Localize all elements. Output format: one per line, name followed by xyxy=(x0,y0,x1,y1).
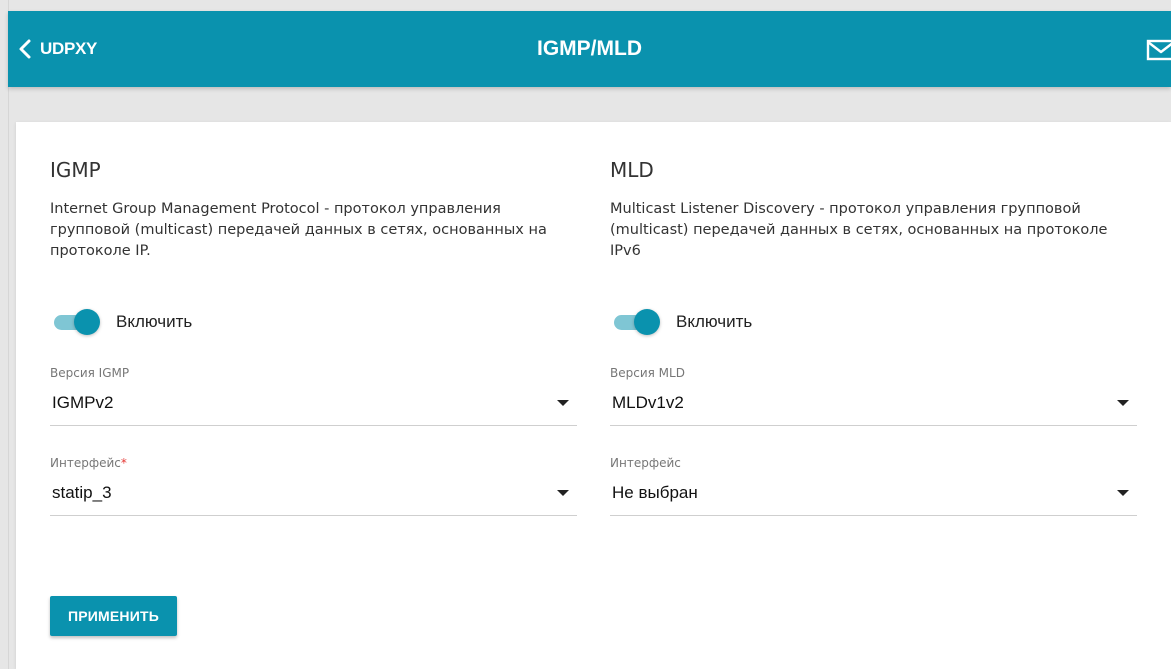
switch-thumb xyxy=(634,309,660,335)
igmp-version-select[interactable]: Версия IGMP IGMPv2 xyxy=(50,366,577,426)
page-divider xyxy=(8,0,9,669)
chevron-down-icon xyxy=(1117,490,1129,496)
igmp-description: Internet Group Management Protocol - про… xyxy=(50,199,590,262)
settings-card: IGMP Internet Group Management Protocol … xyxy=(16,122,1171,669)
back-label: UDPXY xyxy=(40,39,98,58)
mld-title: MLD xyxy=(610,158,654,182)
mld-interface-label: Интерфейс xyxy=(610,456,681,470)
igmp-interface-label-text: Интерфейс xyxy=(50,456,121,470)
chevron-down-icon xyxy=(557,490,569,496)
mld-interface-value: Не выбран xyxy=(612,483,698,502)
required-mark: * xyxy=(120,456,127,470)
igmp-interface-label: Интерфейс* xyxy=(50,456,127,470)
igmp-enable-label: Включить xyxy=(116,312,193,331)
switch-thumb xyxy=(74,309,100,335)
back-link[interactable]: UDPXY xyxy=(16,11,97,87)
mld-enable-label: Включить xyxy=(676,312,753,331)
igmp-description-line: Internet Group Management Protocol - про… xyxy=(50,201,501,217)
igmp-enable-switch[interactable] xyxy=(54,309,100,335)
mld-interface-select[interactable]: Интерфейс Не выбран xyxy=(610,456,1137,516)
page-title: IGMP/MLD xyxy=(537,37,642,60)
igmp-description-line: протоколе IP. xyxy=(50,243,151,259)
igmp-version-value: IGMPv2 xyxy=(52,393,114,412)
mld-version-select[interactable]: Версия MLD MLDv1v2 xyxy=(610,366,1137,426)
mld-description-line: IPv6 xyxy=(610,243,641,259)
mld-version-value: MLDv1v2 xyxy=(612,393,684,412)
apply-button[interactable]: ПРИМЕНИТЬ xyxy=(50,596,177,636)
igmp-description-line: групповой (multicast) передачей данных в… xyxy=(50,222,547,238)
chevron-down-icon xyxy=(557,400,569,406)
mld-description: Multicast Listener Discovery - протокол … xyxy=(610,199,1150,262)
chevron-left-icon xyxy=(19,39,31,59)
top-bar: UDPXY IGMP/MLD xyxy=(8,11,1171,87)
envelope-icon[interactable] xyxy=(1146,33,1171,65)
mld-version-label: Версия MLD xyxy=(610,366,685,380)
mld-enable-toggle[interactable]: Включить xyxy=(614,309,752,335)
mld-description-line: (multicast) передачей данных в сетях, ос… xyxy=(610,222,1108,238)
igmp-interface-select[interactable]: Интерфейс* statip_3 xyxy=(50,456,577,516)
igmp-title: IGMP xyxy=(50,158,101,182)
igmp-version-label: Версия IGMP xyxy=(50,366,130,380)
igmp-enable-toggle[interactable]: Включить xyxy=(54,309,192,335)
chevron-down-icon xyxy=(1117,400,1129,406)
igmp-interface-value: statip_3 xyxy=(52,483,112,502)
mld-enable-switch[interactable] xyxy=(614,309,660,335)
mld-description-line: Multicast Listener Discovery - протокол … xyxy=(610,201,1081,217)
